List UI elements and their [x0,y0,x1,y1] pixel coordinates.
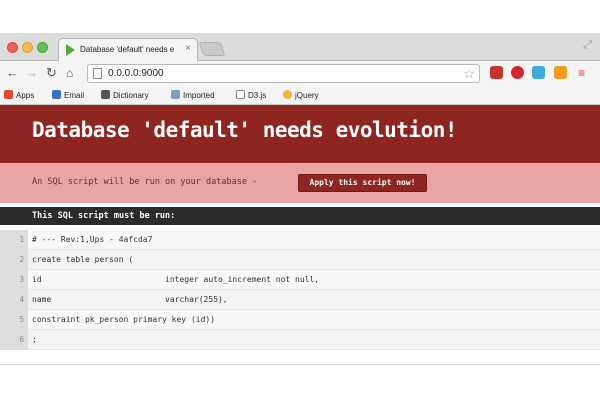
code-line: 3 id integer auto_increment not null, [0,270,600,290]
bookmark-star-icon[interactable]: ☆ [463,66,475,82]
bookmark-label: D3.js [248,91,267,100]
close-tab-icon[interactable]: × [185,43,191,55]
address-url[interactable]: 0.0.0.0:9000 [108,68,164,79]
line-number: 6 [0,330,28,350]
bookmark-dictionary[interactable]: Dictionary [101,90,149,100]
page-title: Database 'default' needs evolution! [32,118,458,142]
code-line: 4 name varchar(255), [0,290,600,310]
code-text: name [32,295,52,304]
bookmark-label: Dictionary [113,91,149,100]
page-icon [93,68,102,79]
bookmark-jquery[interactable]: jQuery [283,90,319,100]
notice-text: An SQL script will be run on your databa… [32,177,258,187]
minimize-window-icon[interactable] [22,42,33,53]
bookmark-label: Imported [183,91,215,100]
bookmark-label: Apps [16,91,35,100]
page-icon [236,90,245,99]
code-line: 6 ; [0,330,600,350]
zoom-window-icon[interactable] [37,42,48,53]
code-text: # --- Rev:1,Ups - 4afcda7 [32,235,153,244]
dictionary-icon [101,90,110,99]
folder-icon [171,90,180,99]
extension-checkmark-icon[interactable] [532,66,545,79]
line-number: 5 [0,310,28,330]
line-number: 2 [0,250,28,270]
code-line: 2 create table person ( [0,250,600,270]
bookmark-label: jQuery [295,91,319,100]
home-icon[interactable]: ⌂ [66,65,73,81]
line-number: 3 [0,270,28,290]
email-icon [52,90,61,99]
reload-icon[interactable]: ↻ [46,65,57,81]
tab-strip: Database 'default' needs e × ⤢ [0,33,600,61]
bookmarks-bar: Apps Email Dictionary Imported D3.js jQu… [0,87,600,105]
bookmark-email[interactable]: Email [52,90,84,100]
code-text: constraint pk_person primary key (id)) [32,315,216,324]
code-text-col2: varchar(255), [165,295,228,304]
sql-header-label: This SQL script must be run: [32,211,176,221]
extension-turtle-icon[interactable] [490,66,503,79]
close-window-icon[interactable] [7,42,18,53]
sql-code-block: 1 # --- Rev:1,Ups - 4afcda7 2 create tab… [0,230,600,350]
play-favicon-icon [66,44,75,56]
code-text-col2: integer auto_increment not null, [165,275,320,284]
line-number: 4 [0,290,28,310]
code-text: ; [32,335,37,344]
apps-grid-icon [4,90,13,99]
jquery-icon [283,90,292,99]
extension-pinterest-icon[interactable] [511,66,524,79]
tab-title: Database 'default' needs e [80,45,175,54]
browser-window: Database 'default' needs e × ⤢ ← → ↻ ⌂ 0… [0,33,600,365]
code-line: 5 constraint pk_person primary key (id)) [0,310,600,330]
bookmark-label: Email [64,91,85,100]
back-icon[interactable]: ← [6,65,19,81]
extension-download-icon[interactable] [554,66,567,79]
new-tab-button[interactable] [198,42,226,56]
forward-icon[interactable]: → [25,65,38,81]
notice-bar: An SQL script will be run on your databa… [0,163,600,203]
menu-icon[interactable]: ≡ [578,65,585,81]
code-text: create table person ( [32,255,134,264]
tab-active[interactable]: Database 'default' needs e × [58,38,198,61]
sql-header: This SQL script must be run: [0,207,600,225]
evolution-banner: Database 'default' needs evolution! [0,105,600,163]
fullscreen-icon[interactable]: ⤢ [583,39,592,52]
code-line: 1 # --- Rev:1,Ups - 4afcda7 [0,230,600,250]
browser-toolbar: ← → ↻ ⌂ 0.0.0.0:9000 ☆ ≡ [0,61,600,87]
apply-script-button[interactable]: Apply this script now! [298,174,427,192]
code-text: id [32,275,42,284]
line-number: 1 [0,230,28,250]
address-bar[interactable]: 0.0.0.0:9000 ☆ [87,64,480,83]
bookmark-imported[interactable]: Imported [171,90,215,100]
bookmark-d3js[interactable]: D3.js [236,90,266,100]
bookmark-apps[interactable]: Apps [4,90,34,100]
